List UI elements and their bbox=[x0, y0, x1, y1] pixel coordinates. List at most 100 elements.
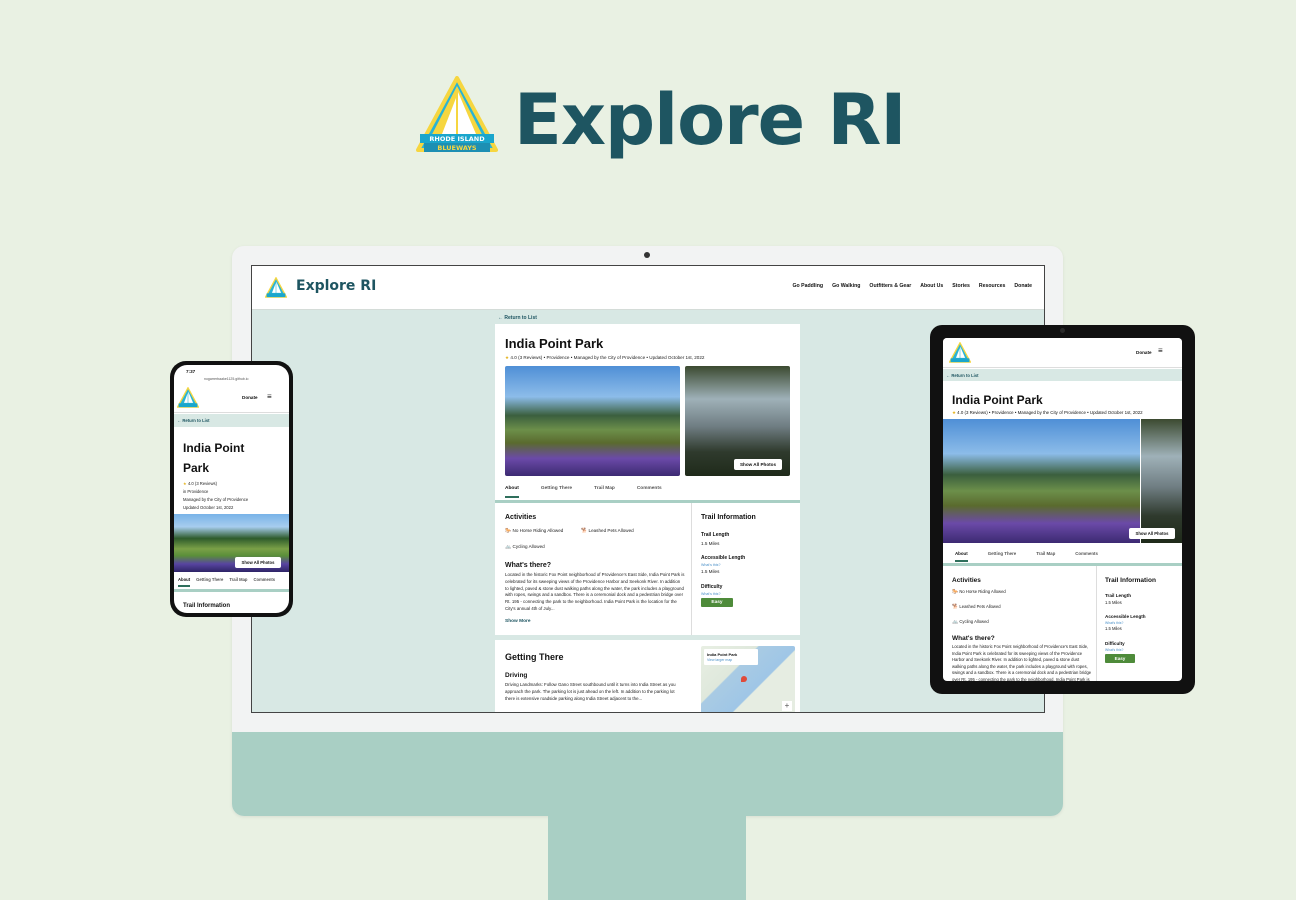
dog-icon: 🐕 bbox=[952, 604, 959, 610]
tablet-park-title: India Point Park bbox=[952, 393, 1043, 407]
whats-there-heading: What's there? bbox=[505, 562, 552, 569]
hamburger-menu-icon[interactable]: ≡ bbox=[267, 392, 272, 401]
phone-tabs-divider bbox=[174, 589, 289, 592]
explore-ri-hero-logo: RHODE ISLAND BLUEWAYS bbox=[416, 76, 498, 152]
phone-time: 7:37 bbox=[186, 369, 196, 374]
activity-no-horse: 🐎 No Horse Riding Allowed bbox=[505, 528, 564, 534]
difficulty-whats-this-link[interactable]: What's this? bbox=[701, 592, 720, 596]
phone-tab-about[interactable]: About bbox=[178, 577, 191, 587]
tab-about[interactable]: About bbox=[505, 486, 519, 498]
whats-there-body: Located in the historic Fox Point neighb… bbox=[505, 572, 685, 612]
phone-screen: 7:37 nogarrerbaake1125.github.io Donate … bbox=[174, 365, 289, 613]
column-separator bbox=[691, 503, 692, 635]
phone-tab-getting-there[interactable]: Getting There bbox=[196, 577, 223, 587]
park-tabs: About Getting There Trail Map Comments bbox=[505, 486, 662, 498]
park-header-card: India Point Park ★ 4.0 (3 Reviews) • Pro… bbox=[495, 324, 800, 500]
tablet-return-link[interactable]: ← Return to List bbox=[946, 373, 979, 378]
nav-outfitters-gear[interactable]: Outfitters & Gear bbox=[869, 283, 911, 289]
tab-getting-there[interactable]: Getting There bbox=[541, 486, 572, 498]
tablet-difficulty-whats-this-link[interactable]: What's this? bbox=[1105, 648, 1123, 652]
tablet-whats-there-heading: What's there? bbox=[952, 635, 995, 642]
star-icon: ★ bbox=[952, 410, 956, 415]
accessible-whats-this-link[interactable]: What's this? bbox=[701, 563, 720, 567]
show-all-photos-button[interactable]: Show All Photos bbox=[734, 459, 782, 470]
svg-text:BLUEWAYS: BLUEWAYS bbox=[437, 144, 477, 152]
nav-stories[interactable]: Stories bbox=[952, 283, 970, 289]
phone-return-bar: ← Return to List bbox=[174, 414, 289, 427]
tablet-donate-link[interactable]: Donate bbox=[1136, 350, 1152, 355]
nav-resources[interactable]: Resources bbox=[979, 283, 1006, 289]
monitor-chin bbox=[232, 732, 1063, 816]
tablet-tab-getting-there[interactable]: Getting There bbox=[988, 551, 1017, 562]
tablet-difficulty-label: Difficulty bbox=[1105, 641, 1125, 646]
tablet-accessible-length-label: Accessible Length bbox=[1105, 614, 1146, 619]
getting-there-card: Getting There Driving Driving Landmarks:… bbox=[495, 640, 800, 712]
main-nav: Go Paddling Go Walking Outfitters & Gear… bbox=[793, 283, 1032, 289]
map-info-box: India Point Park View larger map bbox=[704, 649, 758, 665]
phone-show-all-photos-button[interactable]: Show All Photos bbox=[235, 557, 281, 568]
trail-length-label: Trail Length bbox=[701, 532, 730, 538]
nav-go-paddling[interactable]: Go Paddling bbox=[793, 283, 824, 289]
tab-comments[interactable]: Comments bbox=[637, 486, 662, 498]
tablet-park-photo-main[interactable] bbox=[943, 419, 1140, 543]
site-brand[interactable]: Explore RI bbox=[296, 278, 376, 294]
phone-tab-trail-map[interactable]: Trail Map bbox=[229, 577, 247, 587]
activity-cycling: 🚲 Cycling Allowed bbox=[505, 544, 545, 550]
tablet-show-all-photos-button[interactable]: Show All Photos bbox=[1129, 528, 1175, 539]
return-to-list-link[interactable]: ← Return to List bbox=[498, 315, 537, 321]
difficulty-badge: Easy bbox=[701, 598, 733, 607]
tablet-park-meta: ★ 4.0 (3 Reviews) • Providence • Managed… bbox=[952, 410, 1143, 415]
activity-leashed-pets: 🐕 Leashed Pets Allowed bbox=[581, 528, 634, 534]
map-larger-link[interactable]: View larger map bbox=[707, 658, 732, 662]
tablet-column-separator bbox=[1096, 566, 1097, 681]
tablet-park-photo-secondary[interactable] bbox=[1141, 419, 1182, 543]
tablet-tab-about[interactable]: About bbox=[955, 551, 968, 562]
tablet-activities-heading: Activities bbox=[952, 577, 981, 584]
star-icon: ★ bbox=[505, 355, 510, 360]
tablet-activity-cycling: 🚲 Cycling Allowed bbox=[952, 619, 989, 625]
accessible-length-label: Accessible Length bbox=[701, 555, 746, 561]
horse-icon: 🐎 bbox=[952, 589, 959, 595]
park-photo-secondary[interactable]: Show All Photos bbox=[685, 366, 790, 476]
phone-logo-icon[interactable] bbox=[177, 387, 199, 409]
tablet-camera-icon bbox=[1060, 328, 1065, 333]
activities-heading: Activities bbox=[505, 514, 537, 521]
phone-donate-link[interactable]: Donate bbox=[242, 395, 258, 400]
tablet-tabs-divider bbox=[943, 563, 1182, 566]
tablet-tab-comments[interactable]: Comments bbox=[1075, 551, 1098, 562]
map-embed[interactable]: India Point Park View larger map + bbox=[701, 646, 795, 712]
nav-go-walking[interactable]: Go Walking bbox=[832, 283, 860, 289]
phone-tabs: About Getting There Trail Map Comments bbox=[178, 577, 275, 587]
phone-park-title: India Point Park bbox=[183, 441, 245, 475]
tablet-device: Donate ≡ ← Return to List India Point Pa… bbox=[930, 325, 1195, 694]
park-photo-main[interactable] bbox=[505, 366, 680, 476]
phone-return-link[interactable]: ← Return to List bbox=[177, 418, 210, 423]
show-more-link[interactable]: Show More bbox=[505, 619, 531, 624]
map-zoom-in-icon[interactable]: + bbox=[782, 701, 792, 711]
driving-body: Driving Landmarks: Follow Gano Street so… bbox=[505, 682, 676, 701]
phone-tab-comments[interactable]: Comments bbox=[253, 577, 275, 587]
site-logo-icon[interactable] bbox=[265, 277, 287, 299]
dog-icon: 🐕 bbox=[581, 528, 588, 534]
tablet-header: Donate ≡ bbox=[943, 338, 1182, 368]
nav-about-us[interactable]: About Us bbox=[920, 283, 943, 289]
tablet-logo-icon[interactable] bbox=[949, 342, 971, 364]
phone-url-bar[interactable]: nogarrerbaake1125.github.io bbox=[204, 377, 249, 381]
bicycle-icon: 🚲 bbox=[952, 619, 959, 625]
trail-length-value: 1.5 Miles bbox=[701, 541, 720, 546]
phone-park-meta: ★ 4.0 (3 Reviews) in Providence Managed … bbox=[183, 481, 249, 510]
accessible-length-value: 1.5 Miles bbox=[701, 569, 720, 574]
tab-trail-map[interactable]: Trail Map bbox=[594, 486, 615, 498]
tablet-hamburger-icon[interactable]: ≡ bbox=[1158, 346, 1163, 355]
about-card: Activities 🐎 No Horse Riding Allowed 🐕 L… bbox=[495, 503, 800, 635]
map-pin-icon bbox=[741, 676, 747, 682]
phone-park-photo[interactable]: Show All Photos bbox=[174, 514, 289, 572]
driving-heading: Driving bbox=[505, 672, 528, 679]
tablet-accessible-whats-this-link[interactable]: What's this? bbox=[1105, 621, 1123, 625]
tablet-tab-trail-map[interactable]: Trail Map bbox=[1036, 551, 1055, 562]
tablet-trail-length-label: Trail Length bbox=[1105, 593, 1132, 598]
tablet-difficulty-badge: Easy bbox=[1105, 654, 1135, 663]
tablet-whats-there-body: Located in the historic Fox Point neighb… bbox=[952, 644, 1092, 681]
nav-donate[interactable]: Donate bbox=[1014, 283, 1032, 289]
tablet-screen: Donate ≡ ← Return to List India Point Pa… bbox=[943, 338, 1182, 681]
